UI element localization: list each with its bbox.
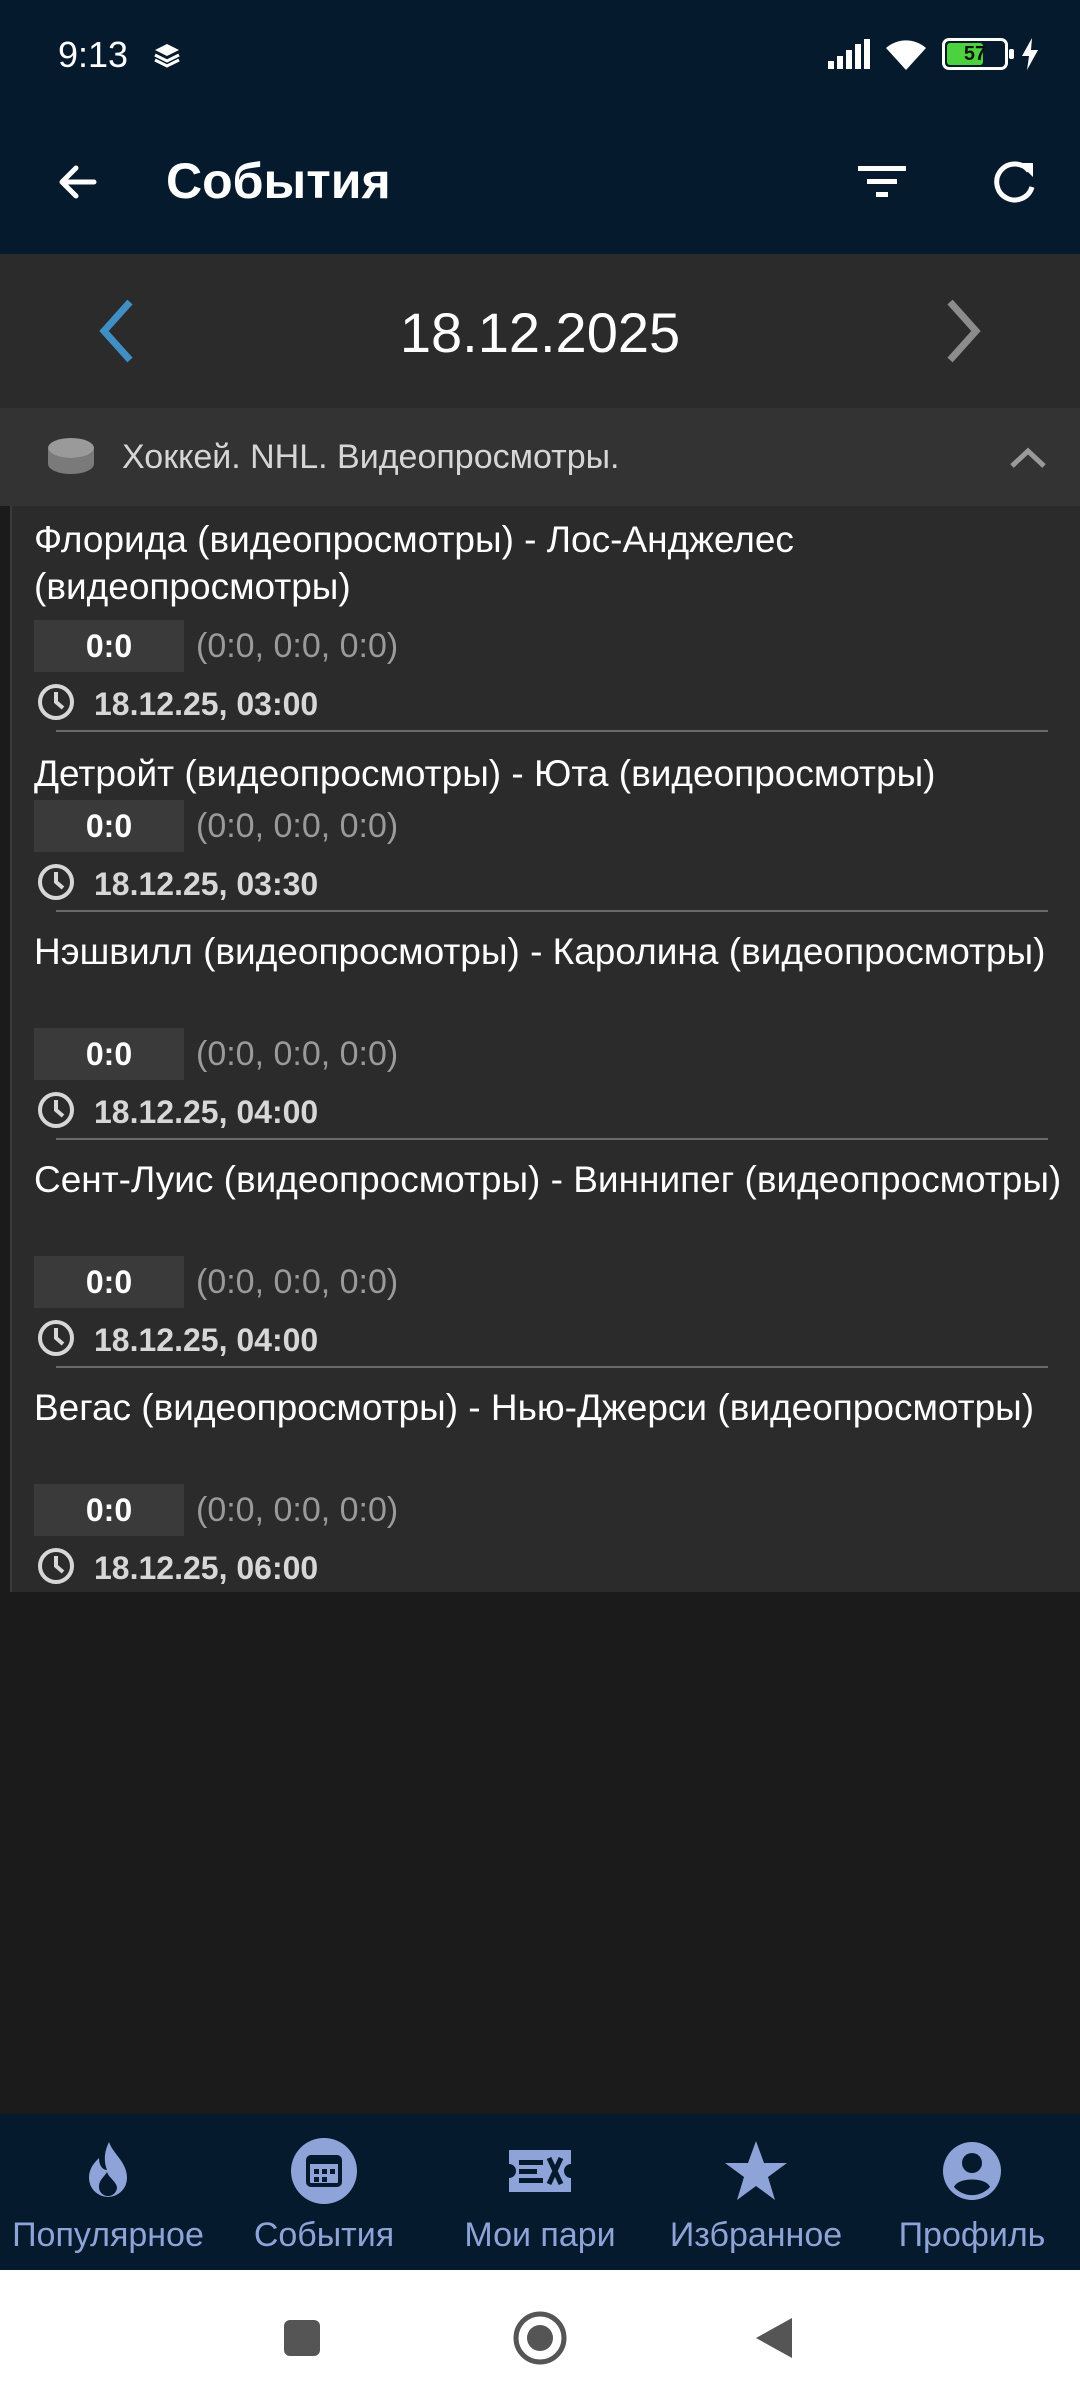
event-score: 0:0: [34, 1256, 184, 1308]
event-score: 0:0: [34, 1484, 184, 1536]
battery-level: 57: [963, 43, 987, 65]
status-bar: 9:13 57: [0, 0, 1080, 108]
fire-icon: [73, 2136, 143, 2206]
ticket-icon: [505, 2136, 575, 2206]
event-time: 18.12.25, 04:00: [94, 1094, 319, 1130]
nav-label: События: [253, 2216, 395, 2254]
nav-label: Мои пари: [464, 2216, 616, 2254]
nav-label: Избранное: [669, 2216, 843, 2254]
event-title: Нэшвилл (видеопросмотры) - Каролина (вид…: [34, 931, 1046, 972]
event-score: 0:0: [34, 620, 184, 672]
nav-item-events[interactable]: События: [216, 2114, 432, 2270]
bottom-navigation: Популярное События Мои пари Избранное Пр…: [0, 2114, 1080, 2270]
event-time: 18.12.25, 03:30: [94, 866, 319, 902]
system-back-button[interactable]: [742, 2306, 806, 2370]
back-arrow-icon: [59, 165, 97, 199]
nav-item-my-bets[interactable]: Мои пари: [432, 2114, 648, 2270]
nav-item-profile[interactable]: Профиль: [864, 2114, 1080, 2270]
refresh-icon: [994, 161, 1035, 203]
app-bar: События: [0, 108, 1080, 254]
event-row[interactable]: Нэшвилл (видеопросмотры) - Каролина (вид…: [12, 912, 1080, 1140]
chevron-right-icon: [947, 299, 981, 363]
nav-label: Профиль: [898, 2216, 1046, 2254]
event-period-scores: (0:0, 0:0, 0:0): [196, 627, 399, 665]
signal-icon: [828, 39, 870, 69]
wifi-icon: [886, 40, 926, 70]
event-row[interactable]: Сент-Луис (видеопросмотры) - Виннипег (в…: [12, 1140, 1080, 1368]
profile-icon: [937, 2136, 1007, 2206]
charging-icon: [1022, 38, 1038, 70]
event-period-scores: (0:0, 0:0, 0:0): [196, 1035, 399, 1073]
event-score: 0:0: [34, 800, 184, 852]
triangle-back-icon: [756, 2318, 792, 2358]
event-period-scores: (0:0, 0:0, 0:0): [196, 807, 399, 845]
event-row[interactable]: Детройт (видеопросмотры) - Юта (видеопро…: [12, 732, 1080, 912]
clock-icon: [38, 1092, 74, 1128]
calendar-icon: [289, 2136, 359, 2206]
event-period-scores: (0:0, 0:0, 0:0): [196, 1491, 399, 1529]
nav-item-popular[interactable]: Популярное: [0, 2114, 216, 2270]
square-icon: [284, 2320, 320, 2356]
event-time: 18.12.25, 06:00: [94, 1550, 319, 1586]
layers-icon: [154, 44, 180, 68]
collapse-button[interactable]: [998, 428, 1058, 488]
system-navigation-bar: [0, 2270, 1080, 2400]
event-time: 18.12.25, 03:00: [94, 686, 319, 722]
league-header[interactable]: Хоккей. NHL. Видеопросмотры.: [0, 408, 1080, 506]
date-navigator: 18.12.2025: [0, 254, 1080, 408]
clock-icon: [38, 1548, 74, 1584]
nav-label: Популярное: [12, 2216, 204, 2254]
chevron-up-icon: [1010, 447, 1046, 468]
battery-tip: [1009, 49, 1014, 59]
event-title: Флорида (видеопросмотры) - Лос-Анджелес …: [34, 519, 794, 607]
nav-item-favorites[interactable]: Избранное: [648, 2114, 864, 2270]
clock-icon: [38, 684, 74, 720]
page-title: События: [166, 153, 391, 209]
clock-icon: [38, 1320, 74, 1356]
recents-button[interactable]: [270, 2306, 334, 2370]
back-button[interactable]: [40, 144, 116, 220]
filter-button[interactable]: [844, 144, 920, 220]
event-time: 18.12.25, 04:00: [94, 1322, 319, 1358]
event-list: Флорида (видеопросмотры) - Лос-Анджелес …: [10, 506, 1080, 1592]
home-button[interactable]: [508, 2306, 572, 2370]
event-score: 0:0: [34, 1028, 184, 1080]
filter-icon: [858, 166, 906, 197]
star-icon: [721, 2136, 791, 2206]
clock-icon: [38, 864, 74, 900]
status-right: 57: [826, 34, 1040, 74]
event-title: Вегас (видеопросмотры) - Нью-Джерси (вид…: [34, 1387, 1035, 1428]
hockey-puck-icon: [48, 438, 94, 474]
event-title: Детройт (видеопросмотры) - Юта (видеопро…: [34, 753, 936, 794]
status-time: 9:13: [58, 34, 129, 75]
event-period-scores: (0:0, 0:0, 0:0): [196, 1263, 399, 1301]
battery-icon: 57: [942, 38, 1014, 70]
next-date-button[interactable]: [928, 288, 1000, 374]
current-date: 18.12.2025: [399, 301, 681, 364]
event-row[interactable]: Вегас (видеопросмотры) - Нью-Джерси (вид…: [12, 1368, 1080, 1592]
refresh-button[interactable]: [976, 144, 1052, 220]
home-circle-icon: [513, 2311, 567, 2365]
event-title: Сент-Луис (видеопросмотры) - Виннипег (в…: [34, 1159, 1062, 1200]
event-row[interactable]: Флорида (видеопросмотры) - Лос-Анджелес …: [12, 506, 1080, 732]
league-title: Хоккей. NHL. Видеопросмотры.: [122, 438, 620, 476]
